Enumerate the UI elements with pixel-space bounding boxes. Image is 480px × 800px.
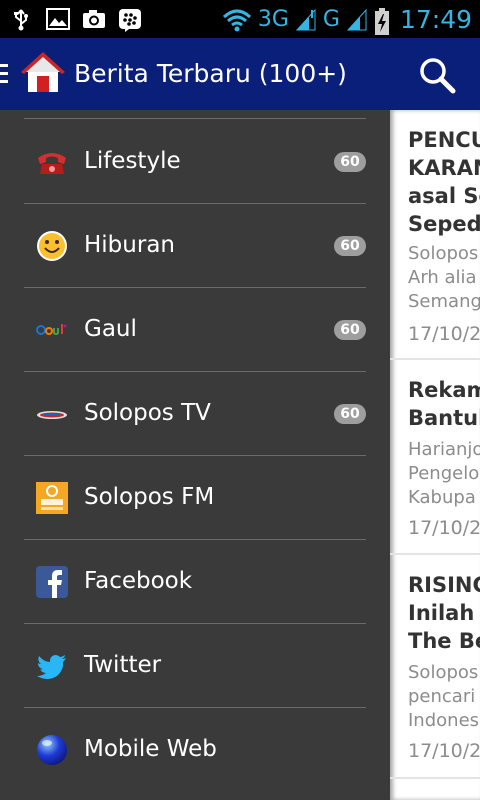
drawer-item-twitter[interactable]: Twitter	[24, 624, 366, 708]
news-title: Rekam Bantul	[408, 378, 480, 430]
drawer-item-label: Solopos TV	[84, 400, 211, 426]
news-date: 17/10/2	[408, 740, 480, 762]
network-type-g: G	[322, 6, 340, 32]
drawer-item-mobile-web[interactable]: Mobile Web	[24, 708, 366, 792]
divider	[390, 777, 480, 779]
count-badge: 60	[334, 236, 366, 256]
news-snippet: Solopos Arh alia Semang	[408, 243, 480, 312]
gallery-icon	[46, 8, 70, 30]
drawer-item-label: Hiburan	[84, 232, 175, 258]
navigation-drawer: Lifestyle 60 Hiburan 60 Gaul 60 Solopos …	[0, 110, 390, 800]
network-type-3g: 3G	[257, 6, 289, 32]
battery-charging-icon	[374, 8, 390, 35]
drawer-item-label: Lifestyle	[84, 148, 181, 174]
facebook-icon	[36, 566, 68, 598]
news-snippet: Harianjo Pengelo Kabupa	[408, 439, 480, 508]
smiley-icon	[36, 230, 68, 262]
status-bar-system: 3G G 17:49	[222, 4, 472, 35]
drawer-item-label: Solopos FM	[84, 484, 215, 510]
count-badge: 60	[334, 320, 366, 340]
drawer-item-label: Mobile Web	[84, 736, 217, 762]
gaul-logo-icon	[36, 314, 68, 346]
drawer-item-label: Twitter	[84, 652, 162, 678]
drawer-item-facebook[interactable]: Facebook	[24, 540, 366, 624]
drawer-item-solopos-fm[interactable]: Solopos FM	[24, 456, 366, 540]
news-list-item[interactable]: Rekam Bantul Harianjo Pengelo Kabupa 17/…	[390, 360, 480, 555]
red-phone-icon	[36, 146, 68, 178]
status-bar-notifications	[10, 6, 141, 32]
action-bar: Berita Terbaru (100+)	[0, 38, 480, 110]
drawer-item-label: Facebook	[84, 568, 193, 594]
count-badge: 60	[334, 404, 366, 424]
search-icon[interactable]	[418, 56, 456, 94]
status-bar: 3G G 17:49	[0, 0, 480, 38]
status-time: 17:49	[399, 4, 472, 34]
news-date: 17/10/2	[408, 323, 480, 345]
page-title: Berita Terbaru (100+)	[74, 59, 347, 88]
camera-icon	[82, 8, 105, 30]
wifi-icon	[222, 8, 252, 32]
news-list-item[interactable]: RISING Inilah D The Be Solopos pencari I…	[390, 555, 480, 780]
divider	[24, 118, 366, 119]
twitter-icon	[36, 650, 68, 682]
signal-icon-2	[346, 8, 368, 31]
bbm-icon	[118, 8, 141, 32]
drawer-item-lifestyle[interactable]: Lifestyle 60	[24, 120, 366, 204]
news-title: RISING Inilah D The Be	[408, 573, 480, 653]
news-date: 17/10/2	[408, 517, 480, 539]
drawer-item-label: Gaul	[84, 316, 137, 342]
home-icon[interactable]	[20, 50, 66, 96]
signal-icon	[295, 8, 317, 31]
solopos-fm-logo-icon	[36, 482, 68, 514]
drawer-item-hiburan[interactable]: Hiburan 60	[24, 204, 366, 288]
news-title: PENCU KARAN asal Se Sepeda	[408, 128, 480, 236]
drawer-toggle-icon[interactable]	[0, 64, 8, 86]
news-snippet: Solopos pencari Indones	[408, 662, 480, 731]
globe-icon	[36, 734, 68, 766]
drawer-item-solopos-tv[interactable]: Solopos TV 60	[24, 372, 366, 456]
count-badge: 60	[334, 152, 366, 172]
solopos-tv-logo-icon	[36, 398, 68, 430]
drawer-item-gaul[interactable]: Gaul 60	[24, 288, 366, 372]
usb-icon	[10, 8, 32, 31]
news-list-item[interactable]: PENCU KARAN asal Se Sepeda Solopos Arh a…	[390, 110, 480, 360]
news-list: PENCU KARAN asal Se Sepeda Solopos Arh a…	[390, 110, 480, 800]
